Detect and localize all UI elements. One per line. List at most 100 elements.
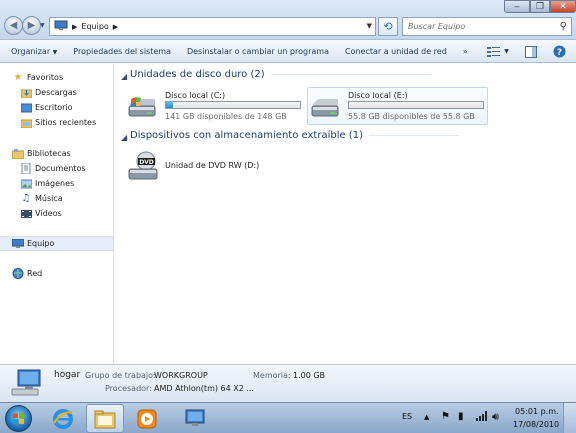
breadcrumb-equipo[interactable]: Equipo xyxy=(81,22,108,31)
nav-music[interactable]: ♫ Música xyxy=(0,191,113,206)
maximize-icon: ❐ xyxy=(535,1,545,12)
recent-pages-dropdown[interactable]: ▼ xyxy=(40,22,45,29)
more-commands-button[interactable]: » xyxy=(455,47,476,56)
windows-logo-icon xyxy=(13,413,24,424)
search-icon[interactable]: ⚲ xyxy=(560,21,567,32)
group-header-hard-disks[interactable]: Unidades de disco duro (2) xyxy=(130,69,431,80)
preview-pane-icon xyxy=(525,45,537,58)
minimize-button[interactable]: ‒ xyxy=(504,0,530,13)
refresh-button[interactable]: ⟲ xyxy=(378,17,398,36)
help-button[interactable]: ? xyxy=(551,43,567,60)
nav-label: Escritorio xyxy=(35,103,73,112)
nav-network[interactable]: Red xyxy=(0,266,113,281)
workgroup-value: WORKGROUP xyxy=(154,371,208,380)
nav-documents[interactable]: Documentos xyxy=(0,161,113,176)
network-signal-icon[interactable] xyxy=(476,411,487,423)
search-box[interactable]: ⚲ xyxy=(402,17,572,36)
dvd-drive-icon: DVD xyxy=(128,151,158,180)
svg-text:?: ? xyxy=(556,48,561,58)
dvd-drive-name: Unidad de DVD RW (D:) xyxy=(165,161,260,170)
close-icon: ✕ xyxy=(559,1,567,12)
recent-places-icon xyxy=(20,117,32,128)
drive-e-name: Disco local (E:) xyxy=(348,91,408,100)
drive-c-free-space: 141 GB disponibles de 148 GB xyxy=(165,112,287,121)
breadcrumb-separator-icon[interactable]: ▶ xyxy=(72,23,77,31)
power-icon[interactable]: ▮ xyxy=(458,411,464,422)
taskbar-explorer[interactable] xyxy=(86,404,124,433)
computer-icon xyxy=(54,20,68,33)
memory-value: 1.00 GB xyxy=(293,371,326,380)
nav-recent-places[interactable]: Sitios recientes xyxy=(0,115,113,130)
documents-icon xyxy=(20,163,32,174)
collapse-group-icon[interactable]: ◢ xyxy=(121,72,127,81)
organize-label: Organizar xyxy=(11,46,51,56)
chevron-down-icon: ▼ xyxy=(504,48,509,55)
drive-c-name: Disco local (C:) xyxy=(165,91,226,100)
computer-icon xyxy=(12,238,24,249)
nav-label: Sitios recientes xyxy=(35,118,97,127)
details-pane: hogar Grupo de trabajo: WORKGROUP Memori… xyxy=(0,364,576,402)
desktop-icon xyxy=(20,102,32,113)
nav-images[interactable]: Imágenes xyxy=(0,176,113,191)
nav-videos[interactable]: Vídeos xyxy=(0,206,113,221)
forward-button[interactable]: ▶ xyxy=(22,16,41,35)
nav-label: Equipo xyxy=(27,239,55,248)
nav-libraries[interactable]: Bibliotecas xyxy=(0,146,113,161)
preview-pane-button[interactable] xyxy=(523,43,539,60)
group-header-removable[interactable]: Dispositivos con almacenamiento extraíbl… xyxy=(130,130,459,141)
computer-name: hogar xyxy=(54,370,81,380)
nav-downloads[interactable]: Descargas xyxy=(0,85,113,100)
view-options-icon xyxy=(487,47,501,57)
group-title: Unidades de disco duro (2) xyxy=(130,69,265,80)
drive-e-free-space: 55.8 GB disponibles de 55.8 GB xyxy=(348,112,475,121)
taskbar-media-player[interactable] xyxy=(128,404,166,433)
computer-icon xyxy=(185,409,205,426)
nav-label: Documentos xyxy=(35,164,86,173)
title-bar: ◀ ▶ ▼ ▶ Equipo ▶ ▼ ⟲ ⚲ ‒ ❐ ✕ xyxy=(0,0,576,40)
search-input[interactable] xyxy=(408,22,548,31)
breadcrumb-separator-icon[interactable]: ▶ xyxy=(113,23,118,31)
hard-drive-icon xyxy=(128,97,156,117)
system-properties-button[interactable]: Propiedades del sistema xyxy=(65,47,179,56)
organize-menu[interactable]: Organizar ▼ xyxy=(0,47,65,56)
address-dropdown-icon[interactable]: ▼ xyxy=(367,22,372,30)
help-icon: ? xyxy=(553,45,565,58)
drive-e-usage-bar xyxy=(348,101,484,109)
show-desktop-button[interactable] xyxy=(563,403,576,433)
nav-computer[interactable]: Equipo xyxy=(0,236,113,251)
workgroup-label: Grupo de trabajo: xyxy=(85,371,156,380)
nav-label: Red xyxy=(27,269,43,278)
libraries-icon xyxy=(12,148,24,159)
maximize-button[interactable]: ❐ xyxy=(530,0,550,13)
action-center-flag-icon[interactable]: ⚑ xyxy=(441,411,450,422)
navigation-pane: ★ Favoritos Descargas Escritorio Sitios r… xyxy=(0,64,114,364)
volume-icon[interactable]: 🔊︎ xyxy=(492,410,499,424)
music-icon: ♫ xyxy=(21,193,31,204)
map-network-drive-button[interactable]: Conectar a unidad de red xyxy=(337,47,455,56)
drive-c-usage-bar xyxy=(165,101,301,109)
chevron-down-icon: ▼ xyxy=(52,48,58,56)
processor-value: AMD Athlon(tm) 64 X2 ... xyxy=(154,384,254,393)
uninstall-program-button[interactable]: Desinstalar o cambiar un programa xyxy=(179,47,337,56)
close-button[interactable]: ✕ xyxy=(550,0,576,13)
clock-date[interactable]: 17/08/2010 xyxy=(513,420,559,429)
address-bar[interactable]: ▶ Equipo ▶ ▼ xyxy=(49,17,376,36)
drive-c-usage-fill xyxy=(166,102,173,108)
language-indicator[interactable]: ES xyxy=(402,412,412,421)
images-icon xyxy=(20,178,32,189)
folder-icon xyxy=(94,410,116,428)
media-player-icon xyxy=(137,409,157,428)
start-button[interactable] xyxy=(5,405,32,432)
show-hidden-icons-icon[interactable]: ▲ xyxy=(424,413,429,421)
change-view-button[interactable]: ▼ xyxy=(485,43,511,60)
nav-label: Descargas xyxy=(35,88,77,97)
taskbar-internet-explorer[interactable] xyxy=(44,404,82,433)
collapse-group-icon[interactable]: ◢ xyxy=(121,133,127,142)
nav-desktop[interactable]: Escritorio xyxy=(0,100,113,115)
star-icon: ★ xyxy=(13,72,23,83)
nav-label: Música xyxy=(35,194,63,203)
nav-favorites[interactable]: ★ Favoritos xyxy=(0,70,113,85)
taskbar-computer[interactable] xyxy=(176,404,214,433)
back-button[interactable]: ◀ xyxy=(4,16,23,35)
clock-time[interactable]: 05:01 p.m. xyxy=(515,407,559,416)
